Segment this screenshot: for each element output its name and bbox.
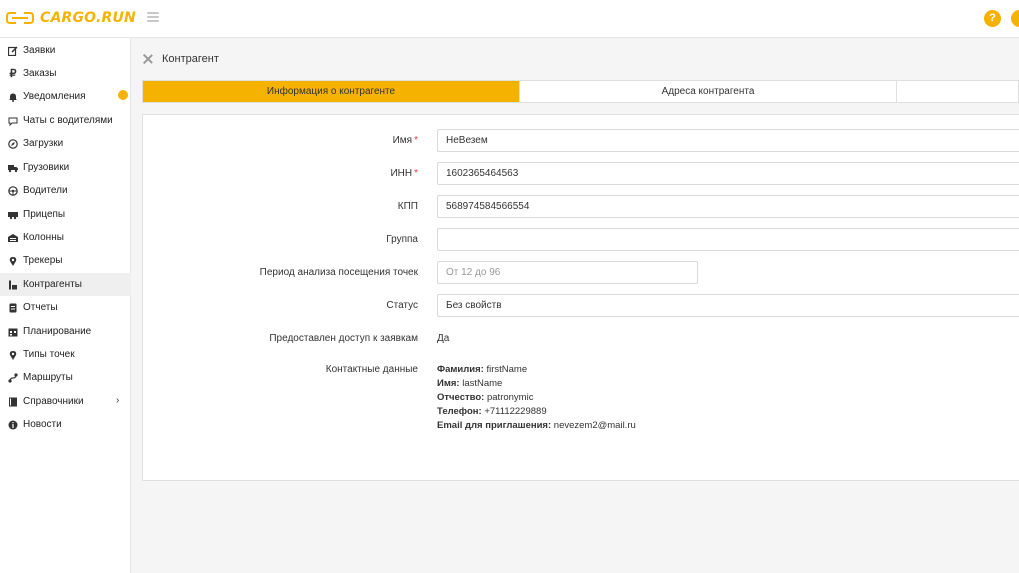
sidebar-item-label: Заказы [23,68,57,79]
sidebar-item-point-types[interactable]: Типы точек [0,343,131,366]
tab-third[interactable] [897,81,1018,102]
top-header: CARGO.RUN ? [0,0,1019,38]
sidebar-item-label: Типы точек [23,349,75,360]
contact-line-last-name: Фамилия: firstName [437,364,528,375]
ruble-icon: ₽ [9,68,17,80]
logo-icon [6,12,34,24]
sidebar-item-contractors[interactable]: Контрагенты [0,273,131,296]
status-select[interactable]: Без свойств [437,294,1019,317]
inn-label: ИНН * [390,168,418,179]
chevron-right-icon: › [116,395,120,406]
edit-icon [8,45,18,56]
sidebar-item-trackers[interactable]: Трекеры [0,249,131,272]
sidebar-item-label: Уведомления [23,91,86,102]
sidebar-item-directories[interactable]: Справочники › [0,390,131,413]
contact-line-first-name: Имя: lastName [437,378,503,389]
name-field[interactable]: НеВезем [437,129,1019,152]
kpp-field[interactable]: 568974584566554 [437,195,1019,218]
access-value: Да [437,333,450,344]
sidebar-item-reports[interactable]: Отчеты [0,296,131,319]
contact-line-phone: Телефон: +71112229889 [437,406,547,417]
close-icon[interactable] [143,54,153,64]
logo[interactable]: CARGO.RUN [6,9,136,27]
sidebar-item-news[interactable]: Новости [0,413,131,436]
report-icon [8,303,18,313]
bell-icon [8,92,18,102]
period-placeholder: От 12 до 96 [446,267,501,278]
sidebar-item-trailers[interactable]: Прицепы [0,203,131,226]
sidebar-item-trucks[interactable]: Грузовики [0,156,131,179]
access-label: Предоставлен доступ к заявкам [269,333,418,344]
tab-bar: Информация о контрагенте Адреса контраге… [142,80,1019,103]
tab-contractor-info[interactable]: Информация о контрагенте [143,81,520,102]
group-field[interactable] [437,228,1019,251]
sidebar-item-label: Чаты с водителями [23,115,113,126]
sidebar-item-columns[interactable]: Колонны [0,226,131,249]
sidebar-item-label: Маршруты [23,372,73,383]
warehouse-icon [8,233,18,243]
sidebar-item-driver-chats[interactable]: Чаты с водителями [0,109,131,132]
sidebar-item-planning[interactable]: Планирование [0,320,131,343]
tab-contractor-addresses[interactable]: Адреса контрагента [520,81,897,102]
notification-badge [118,90,128,100]
map-marker-icon [8,350,18,360]
name-label: Имя * [392,135,418,146]
trailer-icon [8,210,18,220]
logo-text: CARGO.RUN [40,10,136,26]
steering-wheel-icon [8,185,18,196]
truck-icon [8,163,18,173]
sidebar: Заявки ₽ Заказы Уведомления Чаты с водит… [0,38,131,573]
sidebar-item-label: Колонны [23,232,64,243]
sidebar-item-label: Новости [23,419,62,430]
contact-line-patronymic: Отчество: patronymic [437,392,534,403]
contractor-form: Имя * НеВезем ИНН * 1602365464563 КПП 5689… [142,114,1019,481]
info-icon [8,420,18,430]
status-label: Статус [386,300,418,311]
sidebar-item-notifications[interactable]: Уведомления [0,85,131,108]
sidebar-item-label: Прицепы [23,209,66,220]
sidebar-item-loads[interactable]: Загрузки [0,132,131,155]
help-icon[interactable]: ? [984,10,1001,27]
sidebar-item-label: Контрагенты [23,279,82,290]
contacts-block: Фамилия: firstName Имя: lastName Отчеств… [437,363,636,433]
sidebar-item-label: Отчеты [23,302,58,313]
sidebar-item-label: Заявки [23,45,56,56]
sidebar-item-orders[interactable]: ₽ Заказы [0,62,131,85]
sidebar-item-label: Загрузки [23,138,64,149]
compass-icon [8,138,18,149]
chat-icon [8,116,18,126]
sidebar-item-routes[interactable]: Маршруты [0,366,131,389]
sidebar-item-requests[interactable]: Заявки [0,39,131,62]
group-label: Группа [386,234,418,245]
kpp-label: КПП [397,201,418,212]
inn-field[interactable]: 1602365464563 [437,162,1019,185]
sidebar-item-label: Водители [23,185,68,196]
page-title: Контрагент [162,53,219,65]
contractor-icon [8,280,18,290]
sidebar-item-label: Трекеры [23,255,63,266]
menu-toggle-icon[interactable] [147,12,159,22]
contact-line-email: Email для приглашения: nevezem2@mail.ru [437,420,636,431]
sidebar-item-label: Грузовики [23,162,70,173]
sidebar-item-label: Планирование [23,326,92,337]
book-icon [8,397,18,407]
page-header: Контрагент [143,51,219,67]
contacts-label: Контактные данные [325,364,418,375]
sidebar-item-drivers[interactable]: Водители [0,179,131,202]
sidebar-item-label: Справочники [23,396,84,407]
user-menu-icon[interactable] [1011,10,1019,27]
period-label: Период анализа посещения точек [259,267,418,278]
route-icon [8,372,18,383]
period-field[interactable]: От 12 до 96 [437,261,698,284]
map-marker-icon [8,256,18,266]
calendar-icon [8,327,18,337]
